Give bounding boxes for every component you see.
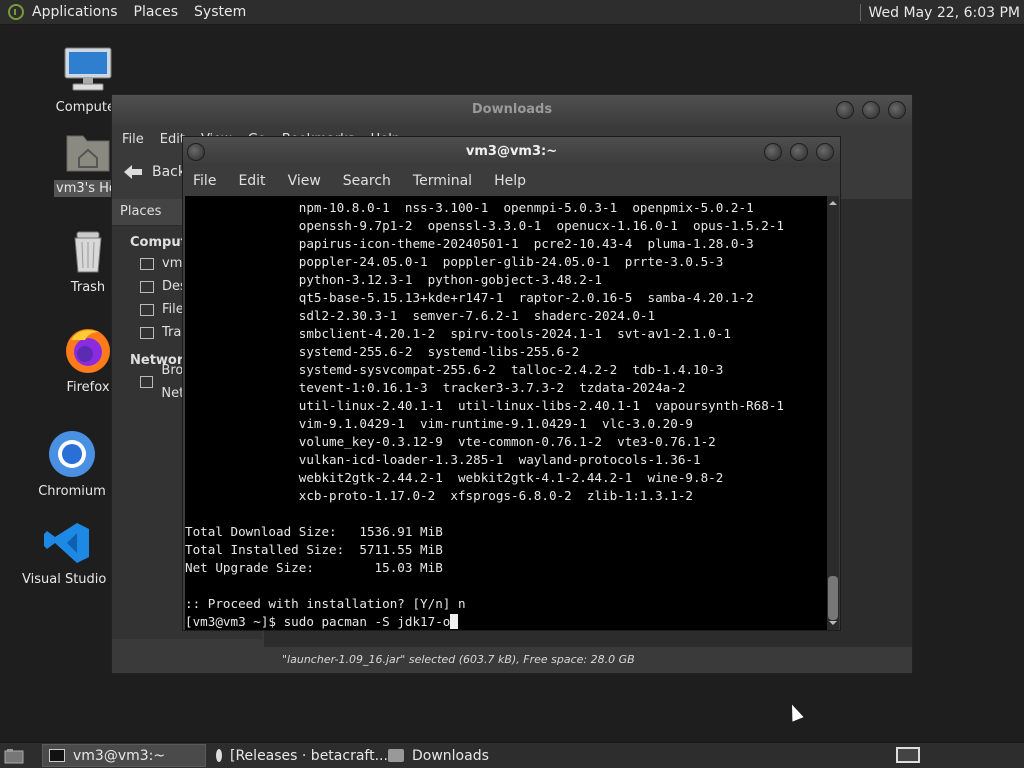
panel-separator xyxy=(859,4,861,21)
desktop-icon-vscode[interactable]: Visual Studio Code xyxy=(22,520,114,587)
mate-logo-icon[interactable] xyxy=(8,4,24,20)
window-menu-button[interactable] xyxy=(187,143,205,161)
scroll-up-arrow-icon[interactable] xyxy=(827,198,839,208)
terminal-cursor xyxy=(450,614,459,629)
close-button[interactable] xyxy=(816,143,834,161)
minimize-button[interactable] xyxy=(764,143,782,161)
terminal-line: npm-10.8.0-1 nss-3.100-1 openmpi-5.0.3-1… xyxy=(185,200,754,215)
show-desktop-icon xyxy=(4,748,24,763)
terminal-line: Net Upgrade Size: 15.03 MiB xyxy=(185,560,443,575)
back-label: Back xyxy=(152,164,186,180)
close-button[interactable] xyxy=(888,101,906,119)
terminal-titlebar[interactable]: vm3@vm3:~ xyxy=(183,137,840,167)
terminal-screen[interactable]: npm-10.8.0-1 nss-3.100-1 openmpi-5.0.3-1… xyxy=(185,196,827,630)
terminal-menubar: File Edit View Search Terminal Help xyxy=(183,167,840,195)
show-desktop-button[interactable] xyxy=(0,745,28,766)
terminal-icon xyxy=(49,749,65,762)
terminal-line: sdl2-2.30.3-1 semver-7.6.2-1 shaderc-202… xyxy=(185,308,656,323)
chromium-icon xyxy=(216,749,222,762)
trash-icon xyxy=(140,326,154,339)
vscode-icon xyxy=(44,523,89,563)
taskbar-item-chromium[interactable]: [Releases · betacraft... xyxy=(210,745,388,766)
scrollbar-thumb[interactable] xyxy=(828,576,838,620)
home-icon xyxy=(140,257,154,270)
menu-view[interactable]: View xyxy=(288,173,321,189)
terminal-output: npm-10.8.0-1 nss-3.100-1 openmpi-5.0.3-1… xyxy=(185,199,784,630)
desktop-icon-label: Chromium xyxy=(38,484,106,499)
maximize-button[interactable] xyxy=(862,101,880,119)
terminal-line: vulkan-icd-loader-1.3.285-1 wayland-prot… xyxy=(185,452,701,467)
mouse-pointer-icon xyxy=(786,702,804,722)
window-title: vm3@vm3:~ xyxy=(465,144,558,159)
menu-search[interactable]: Search xyxy=(343,173,391,189)
desktop-icon xyxy=(140,280,154,293)
taskbar-item-downloads[interactable]: Downloads xyxy=(382,745,495,766)
desktop-icon-label: Visual Studio Code xyxy=(22,572,114,587)
workspace-switcher[interactable] xyxy=(896,747,920,763)
terminal-line: poppler-24.05.0-1 poppler-glib-24.05.0-1… xyxy=(185,254,724,269)
terminal-line: systemd-sysvcompat-255.6-2 talloc-2.4.2-… xyxy=(185,362,724,377)
folder-icon xyxy=(388,749,404,762)
maximize-button[interactable] xyxy=(790,143,808,161)
computer-icon xyxy=(64,47,112,91)
terminal-line: openssh-9.7p1-2 openssl-3.3.0-1 openucx-… xyxy=(185,218,784,233)
terminal-line: Total Installed Size: 5711.55 MiB xyxy=(185,542,443,557)
terminal-prompt-line: [vm3@vm3 ~]$ sudo pacman -S jdk17-o xyxy=(185,613,784,630)
terminal-line: systemd-255.6-2 systemd-libs-255.6-2 xyxy=(185,344,580,359)
terminal-line: smbclient-4.20.1-2 spirv-tools-2024.1-1 … xyxy=(185,326,731,341)
home-folder-icon xyxy=(66,135,110,172)
terminal-line: python-3.12.3-1 python-gobject-3.48.2-1 xyxy=(185,272,603,287)
scroll-down-arrow-icon[interactable] xyxy=(827,618,839,628)
clock[interactable]: Wed May 22, 6:03 PM xyxy=(869,5,1024,21)
menu-places[interactable]: Places xyxy=(126,4,187,20)
firefox-icon xyxy=(66,329,110,373)
minimize-button[interactable] xyxy=(836,101,854,119)
menu-edit[interactable]: Edit xyxy=(238,173,265,189)
taskbar-item-label: vm3@vm3:~ xyxy=(73,747,166,764)
menu-terminal[interactable]: Terminal xyxy=(413,173,472,189)
taskbar-item-terminal[interactable]: vm3@vm3:~ xyxy=(42,744,206,767)
terminal-line: vim-9.1.0429-1 vim-runtime-9.1.0429-1 vl… xyxy=(185,416,693,431)
back-arrow-icon xyxy=(124,165,142,179)
taskbar-item-label: Downloads xyxy=(412,747,489,764)
terminal-scrollbar[interactable] xyxy=(827,196,839,630)
menu-applications[interactable]: Applications xyxy=(24,4,126,20)
network-icon xyxy=(140,375,154,388)
terminal-line: util-linux-2.40.1-1 util-linux-libs-2.40… xyxy=(185,398,784,413)
menu-file[interactable]: File xyxy=(122,132,144,147)
terminal-line: xcb-proto-1.17.0-2 xfsprogs-6.8.0-2 zlib… xyxy=(185,488,693,503)
terminal-line: tevent-1:0.16.1-3 tracker3-3.7.3-2 tzdat… xyxy=(185,380,686,395)
menu-system[interactable]: System xyxy=(186,4,254,20)
trash-icon xyxy=(74,231,102,273)
menu-file[interactable]: File xyxy=(193,173,216,189)
drive-icon xyxy=(140,303,154,316)
taskbar-item-label: [Releases · betacraft... xyxy=(230,747,388,764)
terminal-window[interactable]: vm3@vm3:~ File Edit View Search Terminal… xyxy=(182,136,841,631)
window-title: Downloads xyxy=(471,102,553,117)
top-panel: Applications Places System Wed May 22, 6… xyxy=(0,0,1024,25)
back-button[interactable]: Back xyxy=(122,163,186,181)
terminal-line: webkit2gtk-2.44.2-1 webkit2gtk-4.1-2.44.… xyxy=(185,470,724,485)
chromium-icon xyxy=(49,431,95,477)
desktop-icon-chromium[interactable]: Chromium xyxy=(22,430,122,499)
bottom-taskbar: vm3@vm3:~ [Releases · betacraft... Downl… xyxy=(0,742,1024,768)
terminal-line: volume_key-0.3.12-9 vte-common-0.76.1-2 … xyxy=(185,434,716,449)
terminal-line: papirus-icon-theme-20240501-1 pcre2-10.4… xyxy=(185,236,754,251)
terminal-prompt: [vm3@vm3 ~]$ sudo pacman -S jdk17-o xyxy=(185,614,451,629)
terminal-line: qt5-base-5.15.13+kde+r147-1 raptor-2.0.1… xyxy=(185,290,754,305)
status-bar: "launcher-1.09_16.jar" selected (603.7 k… xyxy=(264,646,912,673)
file-manager-titlebar[interactable]: Downloads xyxy=(112,95,912,125)
menu-help[interactable]: Help xyxy=(494,173,526,189)
terminal-line: :: Proceed with installation? [Y/n] n xyxy=(185,596,466,611)
terminal-line: Total Download Size: 1536.91 MiB xyxy=(185,524,443,539)
